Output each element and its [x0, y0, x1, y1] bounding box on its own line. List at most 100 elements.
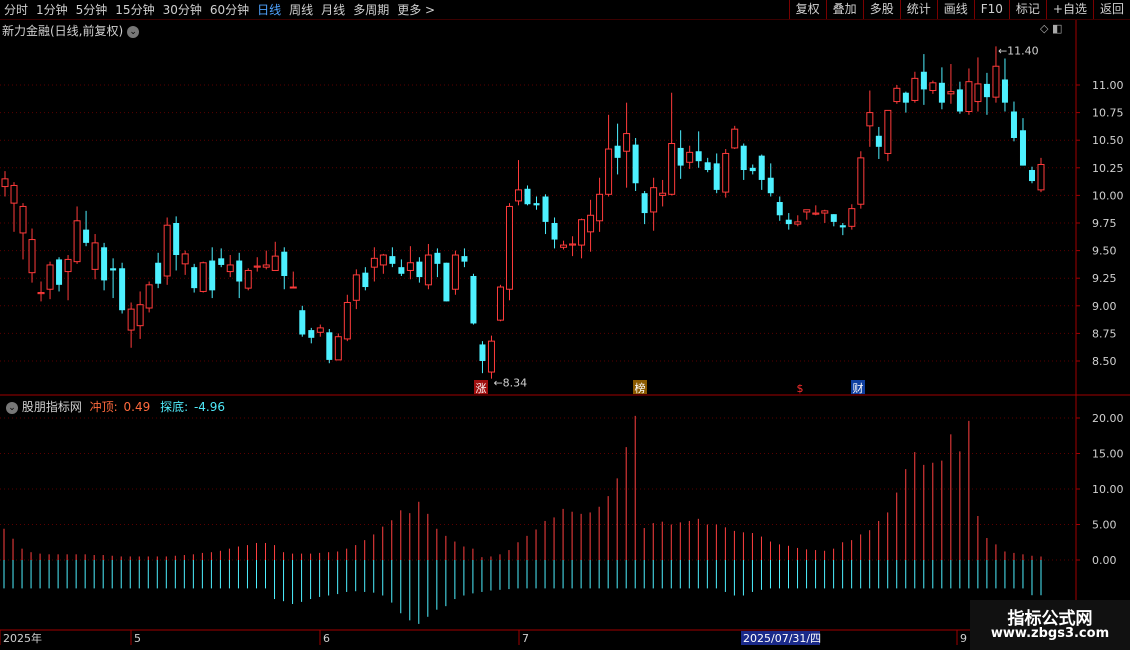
candle-down [614, 145, 621, 158]
candle-up [127, 308, 135, 331]
candle-up [1037, 163, 1045, 191]
candle-up [244, 269, 252, 289]
indicator-tick-label: 10.00 [1092, 483, 1124, 496]
candle-up [343, 301, 351, 340]
candle-down [830, 214, 837, 222]
candle-down [1010, 111, 1017, 138]
candle-down [1028, 170, 1035, 182]
candle-up [91, 242, 99, 270]
candle-up [370, 257, 378, 268]
tan-value: -4.96 [193, 400, 226, 414]
candle-down [389, 256, 396, 264]
candle-down [875, 135, 882, 147]
candle-up [487, 340, 495, 373]
candle-down [695, 151, 702, 162]
candle-down [767, 177, 774, 194]
candle-down [902, 92, 909, 103]
date-label: 6 [323, 632, 330, 645]
candle-up [866, 112, 874, 127]
candle-down [533, 203, 540, 206]
candle-up [650, 187, 658, 213]
candle-up [505, 205, 513, 290]
candle-down [641, 193, 648, 214]
candle-down [299, 310, 306, 335]
candle-up [911, 77, 919, 101]
indicator-title: ⌄ 股朋指标网 冲顶: 0.49 探底: -4.96 [2, 398, 225, 415]
candle-down [632, 144, 639, 184]
candle-down [83, 229, 90, 243]
event-marker: $ [797, 382, 804, 395]
candle-up [1, 178, 9, 188]
price-tick-label: 11.00 [1092, 79, 1124, 92]
candle-up [316, 327, 324, 333]
watermark: 指标公式网 www.zbgs3.com [970, 600, 1130, 650]
indicator-tick-label: 5.00 [1092, 519, 1117, 532]
watermark-url: www.zbgs3.com [990, 626, 1110, 641]
indicator-name: 股朋指标网 [21, 400, 82, 414]
candle-up [884, 109, 892, 154]
candle-up [406, 262, 414, 271]
candle-down [839, 225, 846, 228]
candle-down [308, 330, 315, 338]
candle-down [110, 268, 117, 271]
candle-down [956, 89, 963, 112]
candle-down [443, 262, 450, 302]
candle-up [974, 83, 982, 103]
price-tick-label: 8.50 [1092, 355, 1117, 368]
candle-down [542, 196, 549, 222]
candle-up [451, 254, 459, 290]
candle-up [587, 214, 595, 233]
candle-up [659, 192, 667, 196]
indicator-tick-label: 20.00 [1092, 412, 1124, 425]
collapse-icon[interactable]: ⌄ [6, 401, 18, 414]
price-tick-label: 8.75 [1092, 327, 1117, 340]
candle-up [794, 221, 802, 225]
candle-up [73, 220, 81, 263]
candle-up [578, 219, 586, 246]
price-tick-label: 9.00 [1092, 300, 1117, 313]
candle-down [398, 267, 405, 274]
candle-up [496, 286, 504, 321]
candle-down [740, 145, 747, 171]
candle-down [326, 332, 333, 360]
date-label: 2025年 [3, 631, 42, 645]
candle-up [929, 82, 937, 92]
candle-down [191, 267, 198, 289]
candle-up [569, 243, 577, 246]
candle-up [848, 208, 856, 227]
indicator-tick-label: 15.00 [1092, 448, 1124, 461]
candle-down [218, 258, 225, 265]
candle-up [514, 189, 522, 202]
event-marker: 财 [853, 381, 864, 395]
price-tick-label: 9.25 [1092, 272, 1117, 285]
candle-down [713, 163, 720, 190]
chong-label: 冲顶: [89, 400, 118, 414]
candle-up [803, 209, 811, 213]
candle-down [281, 251, 288, 276]
price-tick-label: 9.50 [1092, 245, 1117, 258]
tan-label: 探底: [160, 400, 189, 414]
candle-up [253, 265, 261, 268]
candle-up [271, 255, 279, 271]
candle-up [37, 292, 45, 295]
candle-up [181, 253, 189, 265]
candle-up [64, 258, 72, 273]
candle-down [119, 268, 126, 311]
date-highlight: 2025/07/31/四 [743, 632, 821, 645]
candle-up [623, 133, 631, 152]
candle-down [479, 344, 486, 361]
candle-down [209, 260, 216, 291]
candle-up [199, 262, 207, 292]
candle-up [731, 128, 739, 149]
event-marker: 榜 [635, 381, 646, 395]
candle-down [1001, 79, 1008, 103]
indicator-tick-label: 0.00 [1092, 554, 1117, 567]
candle-down [758, 155, 765, 180]
candle-up [10, 184, 18, 204]
candle-up [226, 264, 234, 273]
chong-value: 0.49 [123, 400, 151, 414]
candle-down [56, 259, 63, 285]
candle-down [173, 223, 180, 256]
candle-up [965, 81, 973, 112]
candle-up [145, 284, 153, 309]
